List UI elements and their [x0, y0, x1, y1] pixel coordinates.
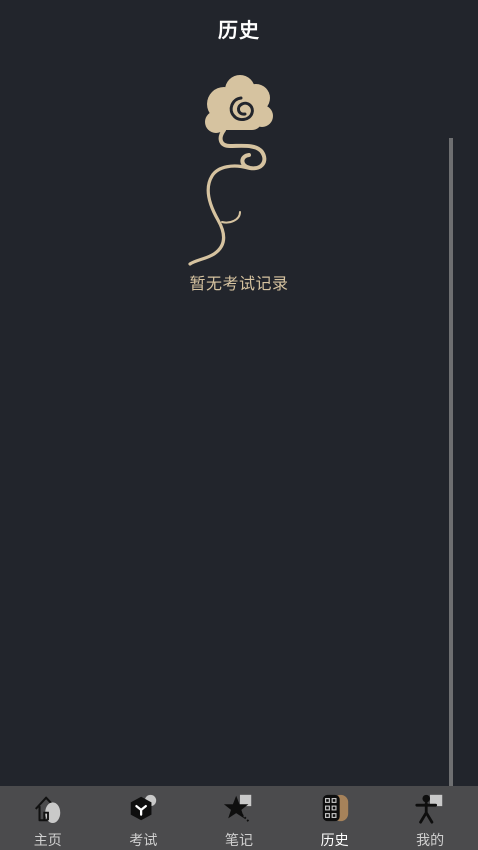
exam-icon	[131, 794, 157, 821]
tab-exam-label: 考试	[129, 833, 158, 849]
tab-history-label: 历史	[320, 833, 349, 849]
page-header: 历史	[0, 0, 478, 56]
empty-message: 暂无考试记录	[189, 274, 289, 293]
empty-state: 暂无考试记录	[0, 70, 478, 294]
notes-icon	[223, 794, 252, 822]
page-title: 历史	[218, 17, 260, 42]
tab-home[interactable]: 主页	[0, 786, 96, 850]
auspicious-cloud-icon	[188, 75, 273, 266]
tab-home-label: 主页	[33, 833, 62, 849]
tab-history[interactable]: 历史	[287, 786, 383, 850]
tab-notes[interactable]: 笔记	[191, 786, 287, 850]
home-icon	[34, 796, 61, 824]
tab-profile[interactable]: 我的	[382, 786, 478, 850]
tab-notes-label: 笔记	[224, 833, 253, 849]
history-icon	[322, 794, 348, 822]
tab-profile-label: 我的	[416, 833, 445, 849]
profile-icon	[415, 794, 443, 824]
tab-exam[interactable]: 考试	[96, 786, 192, 850]
bottom-tabbar: 主页 考试 笔记 历史 我的	[0, 786, 478, 850]
